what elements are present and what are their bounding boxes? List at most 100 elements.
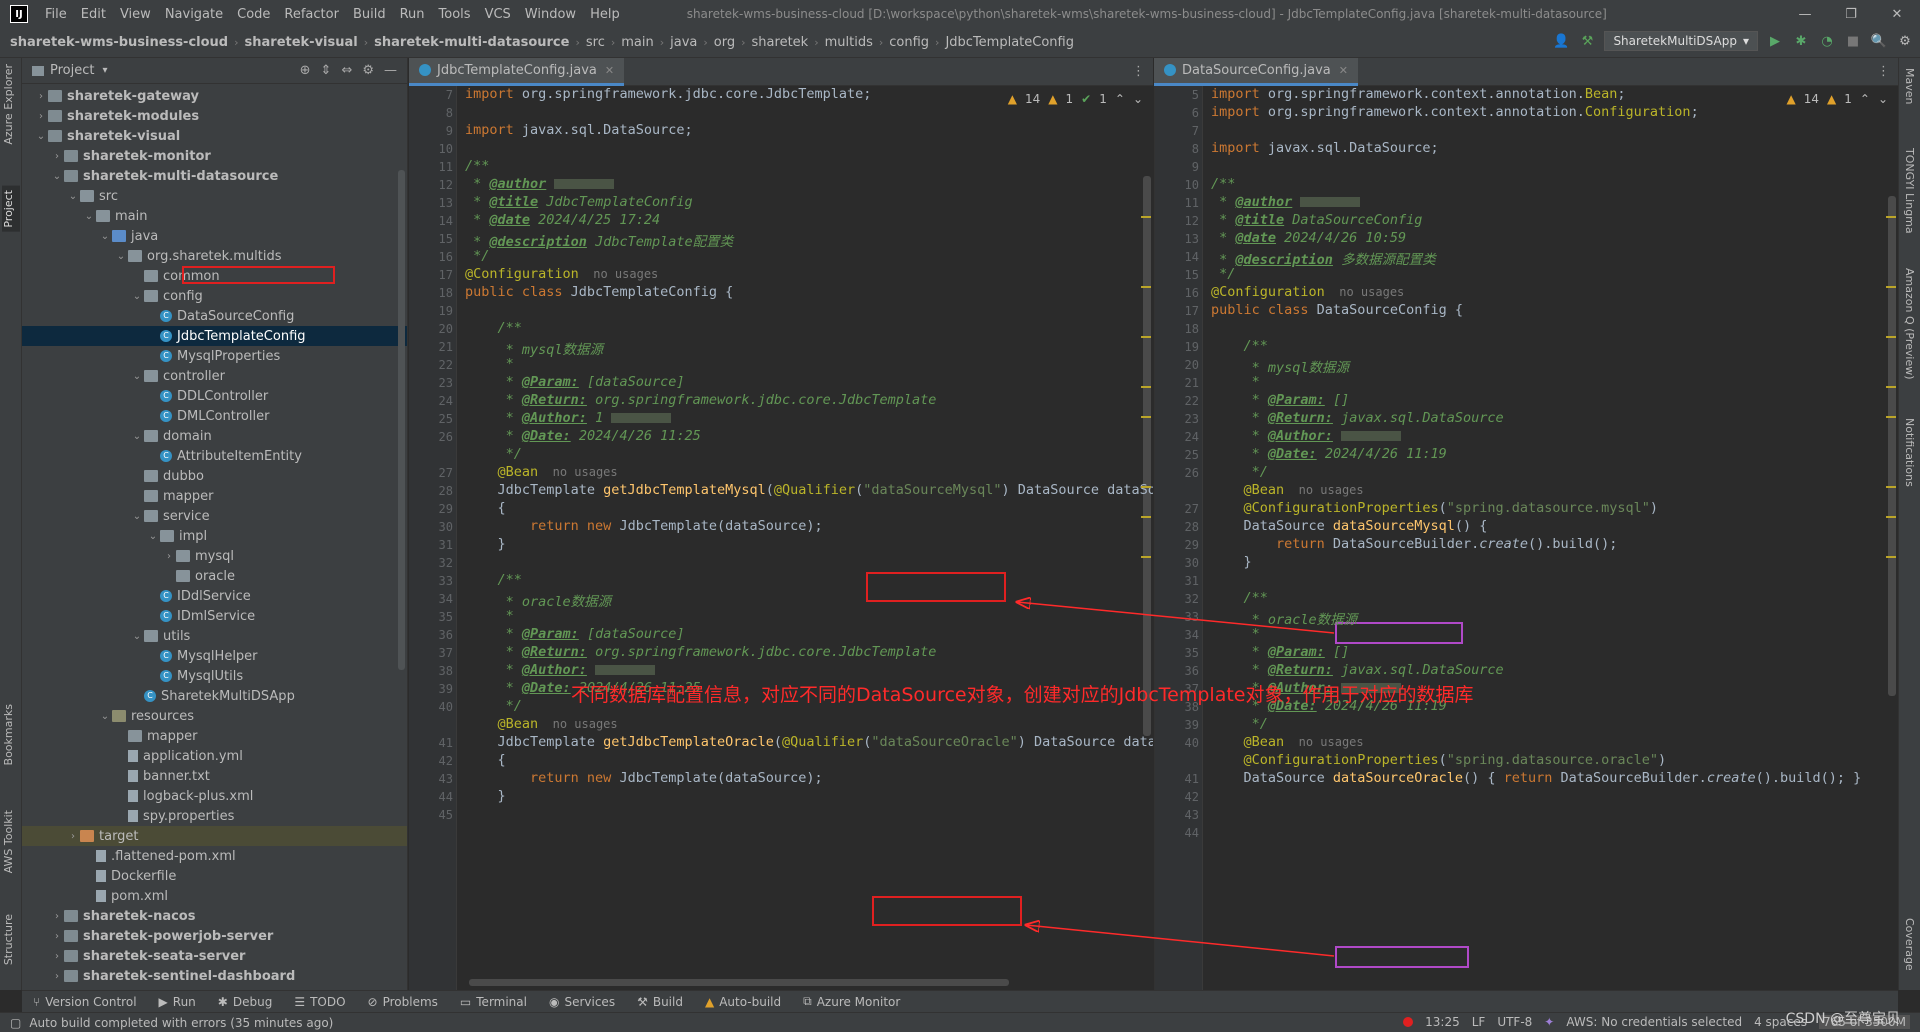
- search-icon[interactable]: 🔍: [1870, 32, 1888, 50]
- warning-marker[interactable]: [1886, 556, 1896, 558]
- line-number[interactable]: 36: [439, 628, 453, 642]
- line-number[interactable]: 25: [1185, 448, 1199, 462]
- line-number[interactable]: 45: [439, 808, 453, 822]
- line-number[interactable]: 17: [1185, 304, 1199, 318]
- tree-item-service[interactable]: ⌄ service: [22, 506, 407, 526]
- more-icon[interactable]: ⋮: [1132, 64, 1145, 79]
- line-number[interactable]: 18: [1185, 322, 1199, 336]
- menu-code[interactable]: Code: [230, 7, 277, 22]
- gear-icon[interactable]: ⚙: [362, 63, 374, 78]
- warning-marker[interactable]: [1141, 336, 1151, 338]
- code-line[interactable]: import javax.sql.DataSource;: [465, 122, 693, 138]
- tree-item-mysql[interactable]: › mysql: [22, 546, 407, 566]
- menu-tools[interactable]: Tools: [432, 7, 478, 22]
- menu-build[interactable]: Build: [346, 7, 393, 22]
- expand-arrow-icon[interactable]: ›: [50, 931, 64, 942]
- code-line[interactable]: *: [1211, 374, 1260, 390]
- tab-jdbc-template-config[interactable]: JdbcTemplateConfig.java ✕: [409, 57, 625, 86]
- line-number[interactable]: 17: [439, 268, 453, 282]
- menu-file[interactable]: File: [38, 7, 74, 22]
- code-line[interactable]: @Bean no usages: [1211, 482, 1364, 498]
- line-number[interactable]: 23: [1185, 412, 1199, 426]
- caret-position[interactable]: 13:25: [1425, 1015, 1460, 1029]
- code-line[interactable]: * @Return: org.springframework.jdbc.core…: [465, 392, 937, 408]
- tree-item-mysqlproperties[interactable]: C MysqlProperties: [22, 346, 407, 366]
- tab-tongyi-lingma[interactable]: TONGYI Lingma: [1903, 148, 1916, 234]
- expand-arrow-icon[interactable]: ⌄: [82, 211, 96, 222]
- tab-coverage[interactable]: Coverage: [1903, 918, 1916, 971]
- code-line[interactable]: JdbcTemplate getJdbcTemplateOracle(@Qual…: [465, 734, 1154, 750]
- line-number[interactable]: 7: [1192, 124, 1199, 138]
- debug-icon[interactable]: ✱: [1792, 32, 1810, 50]
- tree-item-config[interactable]: ⌄ config: [22, 286, 407, 306]
- line-number[interactable]: 7: [446, 88, 453, 102]
- expand-arrow-icon[interactable]: ⌄: [130, 291, 144, 302]
- close-icon[interactable]: ✕: [605, 64, 614, 77]
- line-number[interactable]: 42: [439, 754, 453, 768]
- expand-arrow-icon[interactable]: ⌄: [114, 251, 128, 262]
- tool-window-build[interactable]: ⚒ Build: [626, 995, 694, 1009]
- line-number[interactable]: 22: [1185, 394, 1199, 408]
- line-number[interactable]: 27: [1185, 502, 1199, 516]
- left-editor[interactable]: ▲ 14 ▲ 1 ✔ 1 ⌃ ⌄ 7 8 9 10 11 12 13 14 15 16 17 18 19 20 21…: [409, 86, 1153, 990]
- code-line[interactable]: */: [1211, 266, 1235, 282]
- chevron-down-icon[interactable]: ▾: [102, 65, 107, 76]
- tree-item-sharetek-gateway[interactable]: › sharetek-gateway: [22, 86, 407, 106]
- inspection-indicators[interactable]: ▲ 14 ▲ 1 ✔ 1 ⌃ ⌄: [1008, 92, 1143, 106]
- code-line[interactable]: */: [465, 446, 522, 462]
- menu-window[interactable]: Window: [518, 7, 583, 22]
- collapse-all-icon[interactable]: ⇔: [341, 63, 352, 78]
- code-line[interactable]: import org.springframework.context.annot…: [1211, 104, 1699, 120]
- code-line[interactable]: @Configuration no usages: [1211, 284, 1404, 300]
- code-line[interactable]: {: [465, 752, 506, 768]
- code-line[interactable]: import javax.sql.DataSource;: [1211, 140, 1439, 156]
- chevron-down-icon[interactable]: ⌄: [1133, 92, 1143, 106]
- menu-view[interactable]: View: [113, 7, 158, 22]
- code-line[interactable]: return new JdbcTemplate(dataSource);: [465, 770, 823, 786]
- warning-marker[interactable]: [1141, 416, 1151, 418]
- tab-project[interactable]: Project: [2, 186, 20, 232]
- code-line[interactable]: */: [465, 248, 489, 264]
- code-line[interactable]: return DataSourceBuilder.create().build(…: [1211, 536, 1617, 552]
- tree-item-domain[interactable]: ⌄ domain: [22, 426, 407, 446]
- tree-item-sharetek-multi-datasource[interactable]: ⌄ sharetek-multi-datasource: [22, 166, 407, 186]
- expand-all-icon[interactable]: ⇕: [321, 63, 332, 78]
- breadcrumb-multids[interactable]: multids: [825, 35, 873, 50]
- line-number[interactable]: 39: [1185, 718, 1199, 732]
- line-number[interactable]: 39: [439, 682, 453, 696]
- expand-arrow-icon[interactable]: ›: [162, 551, 176, 562]
- line-number[interactable]: 15: [439, 232, 453, 246]
- run-icon[interactable]: ▶: [1766, 32, 1784, 50]
- tool-window-azure-monitor[interactable]: ⧉ Azure Monitor: [792, 994, 911, 1009]
- menu-help[interactable]: Help: [583, 7, 627, 22]
- line-number[interactable]: 41: [1185, 772, 1199, 786]
- breadcrumb-src[interactable]: src: [586, 35, 605, 50]
- tree-item-sharetek-nacos[interactable]: › sharetek-nacos: [22, 906, 407, 926]
- more-icon[interactable]: ⋮: [1877, 64, 1890, 79]
- tree-item-dockerfile[interactable]: Dockerfile: [22, 866, 407, 886]
- line-number[interactable]: 26: [439, 430, 453, 444]
- line-number[interactable]: 37: [439, 646, 453, 660]
- line-number[interactable]: 33: [1185, 610, 1199, 624]
- line-number[interactable]: 18: [439, 286, 453, 300]
- code-line[interactable]: * @Author:: [1211, 428, 1401, 444]
- tree-item-sharetekmultidsapp[interactable]: C SharetekMultiDSApp: [22, 686, 407, 706]
- code-line[interactable]: /**: [1211, 338, 1268, 354]
- code-line[interactable]: * @Return: javax.sql.DataSource: [1211, 410, 1504, 426]
- line-number[interactable]: 9: [446, 124, 453, 138]
- line-number[interactable]: 16: [439, 250, 453, 264]
- code-line[interactable]: @Bean no usages: [465, 716, 618, 732]
- tree-item-org-sharetek-multids[interactable]: ⌄ org.sharetek.multids: [22, 246, 407, 266]
- warning-marker[interactable]: [1141, 516, 1151, 518]
- breadcrumb-config[interactable]: config: [889, 35, 929, 50]
- breadcrumb-org[interactable]: org: [714, 35, 735, 50]
- tree-item-attributeitementity[interactable]: C AttributeItemEntity: [22, 446, 407, 466]
- expand-arrow-icon[interactable]: ⌄: [130, 431, 144, 442]
- expand-arrow-icon[interactable]: ⌄: [50, 171, 64, 182]
- code-line[interactable]: /**: [1211, 590, 1268, 606]
- tool-window-version-control[interactable]: ⑂ Version Control: [22, 995, 148, 1009]
- code-line[interactable]: @Bean no usages: [465, 464, 618, 480]
- line-number[interactable]: 40: [1185, 736, 1199, 750]
- expand-arrow-icon[interactable]: ⌄: [130, 371, 144, 382]
- menu-navigate[interactable]: Navigate: [158, 7, 230, 22]
